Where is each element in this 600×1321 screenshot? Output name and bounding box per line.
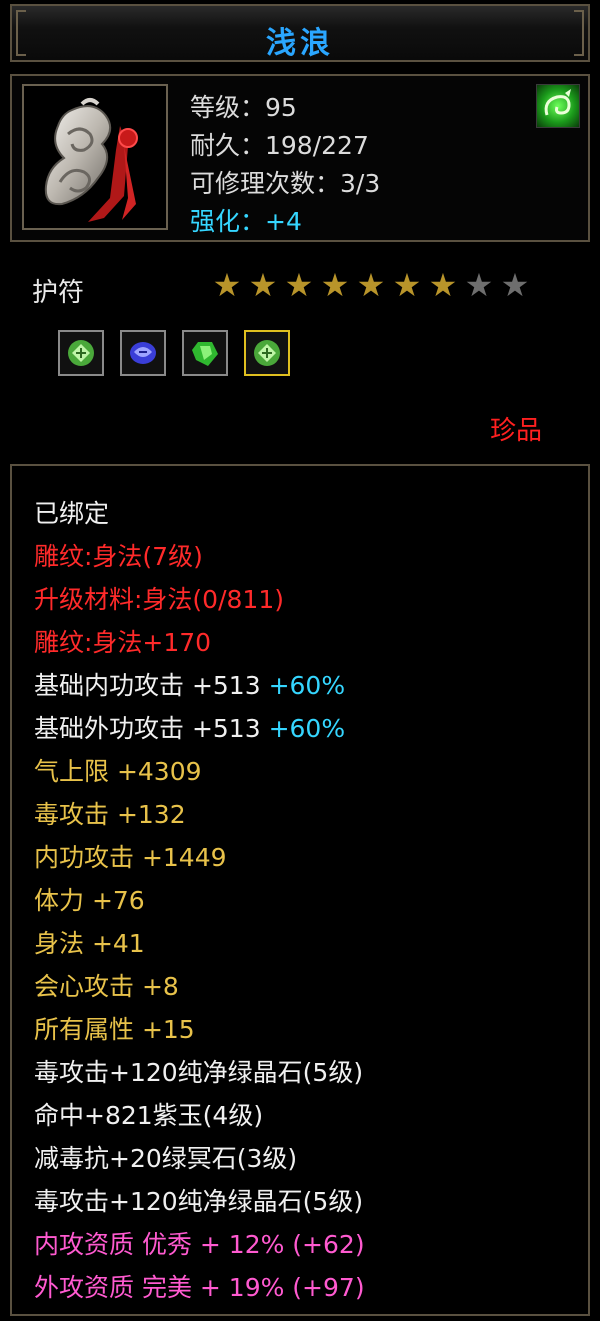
qi-limit: 气上限 +4309 — [34, 757, 202, 786]
engrave-bonus: 雕纹:身法+170 — [34, 628, 212, 657]
purple-jade-icon — [130, 342, 156, 364]
star-empty-icon: ★ — [464, 266, 494, 304]
title-bar: 浅浪 — [10, 4, 590, 62]
repair-count-text: 可修理次数：3/3 — [190, 169, 381, 198]
item-header-panel: 等级：95 耐久：198/227 可修理次数：3/3 强化：+4 — [10, 74, 590, 242]
enhance-text: 强化：+4 — [190, 207, 302, 236]
gem-bonus-1: 毒攻击+120纯净绿晶石(5级) — [34, 1058, 364, 1087]
inner-attack: 内功攻击 +1449 — [34, 843, 227, 872]
green-swirl-icon — [536, 84, 580, 128]
base-outer-attack: 基础外功攻击 +513 +60% — [34, 709, 345, 745]
bound-status: 已绑定 — [34, 499, 110, 528]
star-filled-icon: ★ — [356, 266, 386, 304]
base-inner-attack: 基础内功攻击 +513 +60% — [34, 666, 345, 702]
gem-bonus-3: 减毒抗+20绿冥石(3级) — [34, 1144, 298, 1173]
star-filled-icon: ★ — [392, 266, 422, 304]
gem-slot-green-crystal[interactable] — [58, 330, 104, 376]
item-type-label: 护符 — [32, 278, 85, 308]
base-outer-attack-percent: +60% — [268, 714, 346, 743]
star-filled-icon: ★ — [284, 266, 314, 304]
inner-attack-quality: 内攻资质 优秀 + 12% (+62) — [34, 1230, 365, 1259]
gem-slot-purple-jade[interactable] — [120, 330, 166, 376]
amulet-item-icon[interactable] — [22, 84, 168, 230]
star-filled-icon: ★ — [248, 266, 278, 304]
base-outer-attack-value: 基础外功攻击 +513 — [34, 714, 269, 743]
attribute-panel: 已绑定 雕纹:身法(7级) 升级材料:身法(0/811) 雕纹:身法+170 基… — [10, 464, 590, 1316]
stamina: 体力 +76 — [34, 886, 145, 915]
engrave-level: 雕纹:身法(7级) — [34, 542, 203, 571]
crit-attack: 会心攻击 +8 — [34, 972, 179, 1001]
level-text: 等级：95 — [190, 93, 297, 122]
rarity-label: 珍品 — [490, 416, 543, 446]
green-stone-icon — [192, 342, 218, 366]
star-filled-icon: ★ — [428, 266, 458, 304]
gem-bonus-2: 命中+821紫玉(4级) — [34, 1101, 264, 1130]
upgrade-material: 升级材料:身法(0/811) — [34, 585, 284, 614]
star-empty-icon: ★ — [500, 266, 530, 304]
outer-attack-quality: 外攻资质 完美 + 19% (+97) — [34, 1273, 365, 1302]
base-inner-attack-percent: +60% — [268, 671, 346, 700]
poison-attack: 毒攻击 +132 — [34, 800, 186, 829]
base-inner-attack-value: 基础内功攻击 +513 — [34, 671, 269, 700]
green-crystal-icon — [254, 340, 280, 366]
item-name: 浅浪 — [266, 26, 334, 61]
star-filled-icon: ★ — [212, 266, 242, 304]
gem-bonus-4: 毒攻击+120纯净绿晶石(5级) — [34, 1187, 364, 1216]
gem-slot-green-stone[interactable] — [182, 330, 228, 376]
agility: 身法 +41 — [34, 929, 145, 958]
gem-slot-green-crystal-selected[interactable] — [244, 330, 290, 376]
green-crystal-icon — [68, 340, 94, 366]
star-filled-icon: ★ — [320, 266, 350, 304]
all-attributes: 所有属性 +15 — [34, 1015, 195, 1044]
durability-text: 耐久：198/227 — [190, 131, 369, 160]
